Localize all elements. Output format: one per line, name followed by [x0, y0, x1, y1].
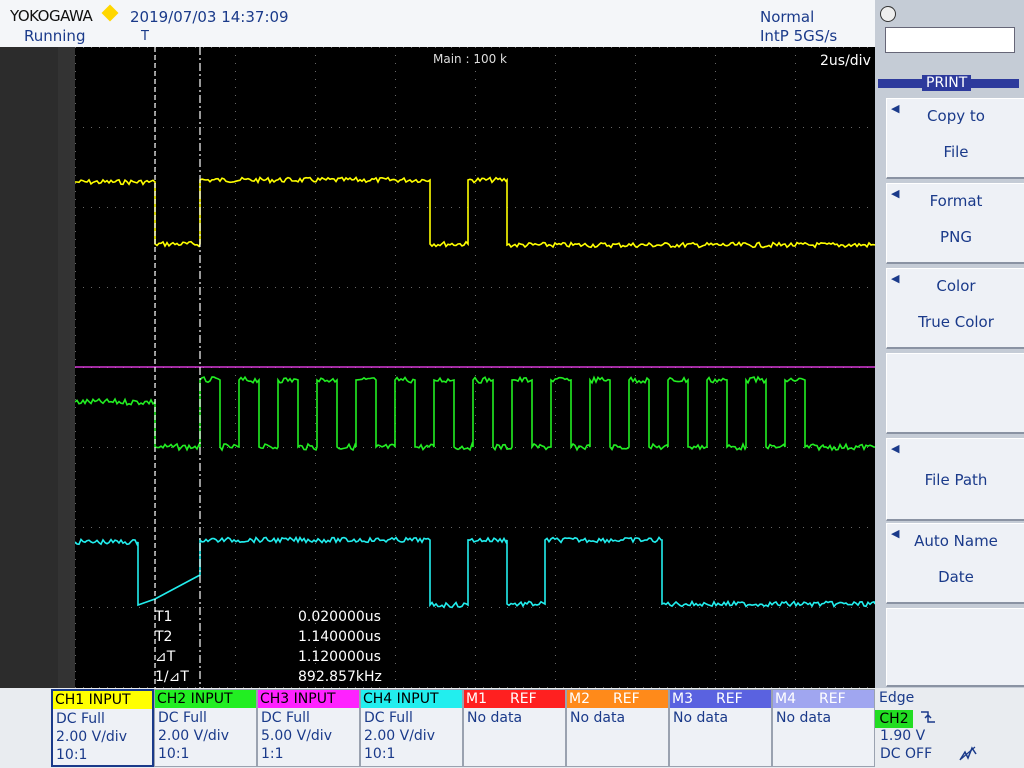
- trigger-position-marker: T: [141, 29, 149, 44]
- menu-value: True Color: [918, 313, 994, 331]
- m4-status: No data: [776, 710, 832, 726]
- ch1-probe: 10:1: [56, 747, 88, 763]
- m2-tag: REF: [613, 691, 640, 707]
- m2-status: No data: [570, 710, 626, 726]
- ch1-scale: 2.00 V/div: [56, 729, 127, 745]
- time-per-div: 2us/div: [820, 53, 871, 69]
- trigger-mode: Normal: [760, 8, 815, 26]
- menu-value: File: [943, 143, 969, 161]
- ch4-trace: [75, 535, 875, 609]
- m1-tag: REF: [510, 691, 537, 707]
- ch1-info-box[interactable]: CH1 INPUT DC Full 2.00 V/div 10:1: [51, 689, 154, 767]
- menu-title: PRINT: [878, 75, 1019, 91]
- cursor-delta-label: ⊿T: [155, 649, 176, 665]
- ch1-trace: [75, 176, 875, 249]
- menu-blank-button[interactable]: [886, 353, 1024, 434]
- menu-value: PNG: [940, 228, 972, 246]
- menu-blank-button[interactable]: [886, 608, 1024, 687]
- m2-title: M2: [569, 691, 590, 707]
- cursor-freq-value: 892.857kHz: [298, 669, 382, 685]
- ch2-probe: 10:1: [158, 746, 190, 762]
- m4-title: M4: [775, 691, 796, 707]
- file-path-button[interactable]: ◀ File Path: [886, 438, 1024, 521]
- sample-rate: IntP 5GS/s: [760, 27, 838, 45]
- hf-reject-icon: [959, 746, 977, 761]
- menu-label: File Path: [924, 471, 988, 489]
- main-record-label: Main : 100 k: [433, 52, 507, 66]
- run-indicator-icon: [101, 4, 119, 22]
- m1-header: M1 REF: [464, 690, 565, 708]
- brand-logo: YOKOGAWA: [10, 7, 93, 25]
- ch3-probe: 1:1: [261, 746, 284, 762]
- menu-label: Copy to: [927, 107, 985, 125]
- trigger-level[interactable]: 1.90 V: [880, 728, 925, 744]
- m1-title: M1: [466, 691, 487, 707]
- waveform-canvas: [75, 47, 875, 688]
- menu-label: Auto Name: [914, 532, 998, 550]
- rising-edge-icon: [921, 711, 935, 723]
- color-button[interactable]: ◀ Color True Color: [886, 268, 1024, 349]
- format-button[interactable]: ◀ Format PNG: [886, 183, 1024, 264]
- m3-tag: REF: [716, 691, 743, 707]
- m4-tag: REF: [819, 691, 846, 707]
- ch4-scale: 2.00 V/div: [364, 728, 435, 744]
- ch3-coupling: DC Full: [261, 710, 310, 726]
- waveform-display[interactable]: Main : 100 k 2us/div T1 0.020000us T2 1.…: [75, 47, 875, 688]
- ch4-probe: 10:1: [364, 746, 396, 762]
- ch2-coupling: DC Full: [158, 710, 207, 726]
- menu-label: Format: [929, 192, 983, 210]
- m3-status: No data: [673, 710, 729, 726]
- ch1-coupling: DC Full: [56, 711, 105, 727]
- ch1-header: CH1 INPUT: [53, 691, 152, 709]
- ch3-info-box[interactable]: CH3 INPUT DC Full 5.00 V/div 1:1: [257, 689, 360, 767]
- menu-label: Color: [936, 277, 976, 295]
- m1-status: No data: [467, 710, 523, 726]
- cursor-t1-label: T1: [155, 609, 173, 625]
- ch4-info-box[interactable]: CH4 INPUT DC Full 2.00 V/div 10:1: [360, 689, 463, 767]
- trigger-type[interactable]: Edge: [879, 690, 914, 706]
- triangle-left-icon: ◀: [891, 442, 900, 455]
- cursor-t2-value: 1.140000us: [298, 629, 381, 645]
- trigger-coupling[interactable]: DC OFF: [880, 746, 932, 762]
- cursor-freq-label: 1/⊿T: [155, 669, 189, 685]
- m4-header: M4 REF: [773, 690, 874, 708]
- m3-header: M3 REF: [670, 690, 771, 708]
- cursor-delta-value: 1.120000us: [298, 649, 381, 665]
- menu-title-text: PRINT: [922, 75, 972, 91]
- jog-knob-icon: [880, 6, 896, 22]
- cursor-t1-value: 0.020000us: [298, 609, 381, 625]
- ch4-header: CH4 INPUT: [361, 690, 462, 708]
- ch3-scale: 5.00 V/div: [261, 728, 332, 744]
- channel-marker-strip: [0, 47, 75, 688]
- trigger-source[interactable]: CH2: [875, 710, 913, 728]
- ch2-scale: 2.00 V/div: [158, 728, 229, 744]
- ch4-coupling: DC Full: [364, 710, 413, 726]
- m3-info-box[interactable]: M3 REF No data: [669, 689, 772, 767]
- m4-info-box[interactable]: M4 REF No data: [772, 689, 875, 767]
- ch2-header: CH2 INPUT: [155, 690, 256, 708]
- m1-info-box[interactable]: M1 REF No data: [463, 689, 566, 767]
- value-input-box[interactable]: [885, 27, 1015, 53]
- m3-title: M3: [672, 691, 693, 707]
- ch3-header: CH3 INPUT: [258, 690, 359, 708]
- menu-value: Date: [938, 568, 974, 586]
- m2-header: M2 REF: [567, 690, 668, 708]
- cursor-t2-label: T2: [155, 629, 173, 645]
- auto-name-button[interactable]: ◀ Auto Name Date: [886, 523, 1024, 604]
- acquisition-status: Running: [24, 27, 86, 45]
- status-bar: YOKOGAWA 2019/07/03 14:37:09 Running T N…: [0, 0, 875, 47]
- ch2-info-box[interactable]: CH2 INPUT DC Full 2.00 V/div 10:1: [154, 689, 257, 767]
- copy-to-button[interactable]: ◀ Copy to File: [886, 98, 1024, 179]
- datetime: 2019/07/03 14:37:09: [130, 8, 289, 26]
- m2-info-box[interactable]: M2 REF No data: [566, 689, 669, 767]
